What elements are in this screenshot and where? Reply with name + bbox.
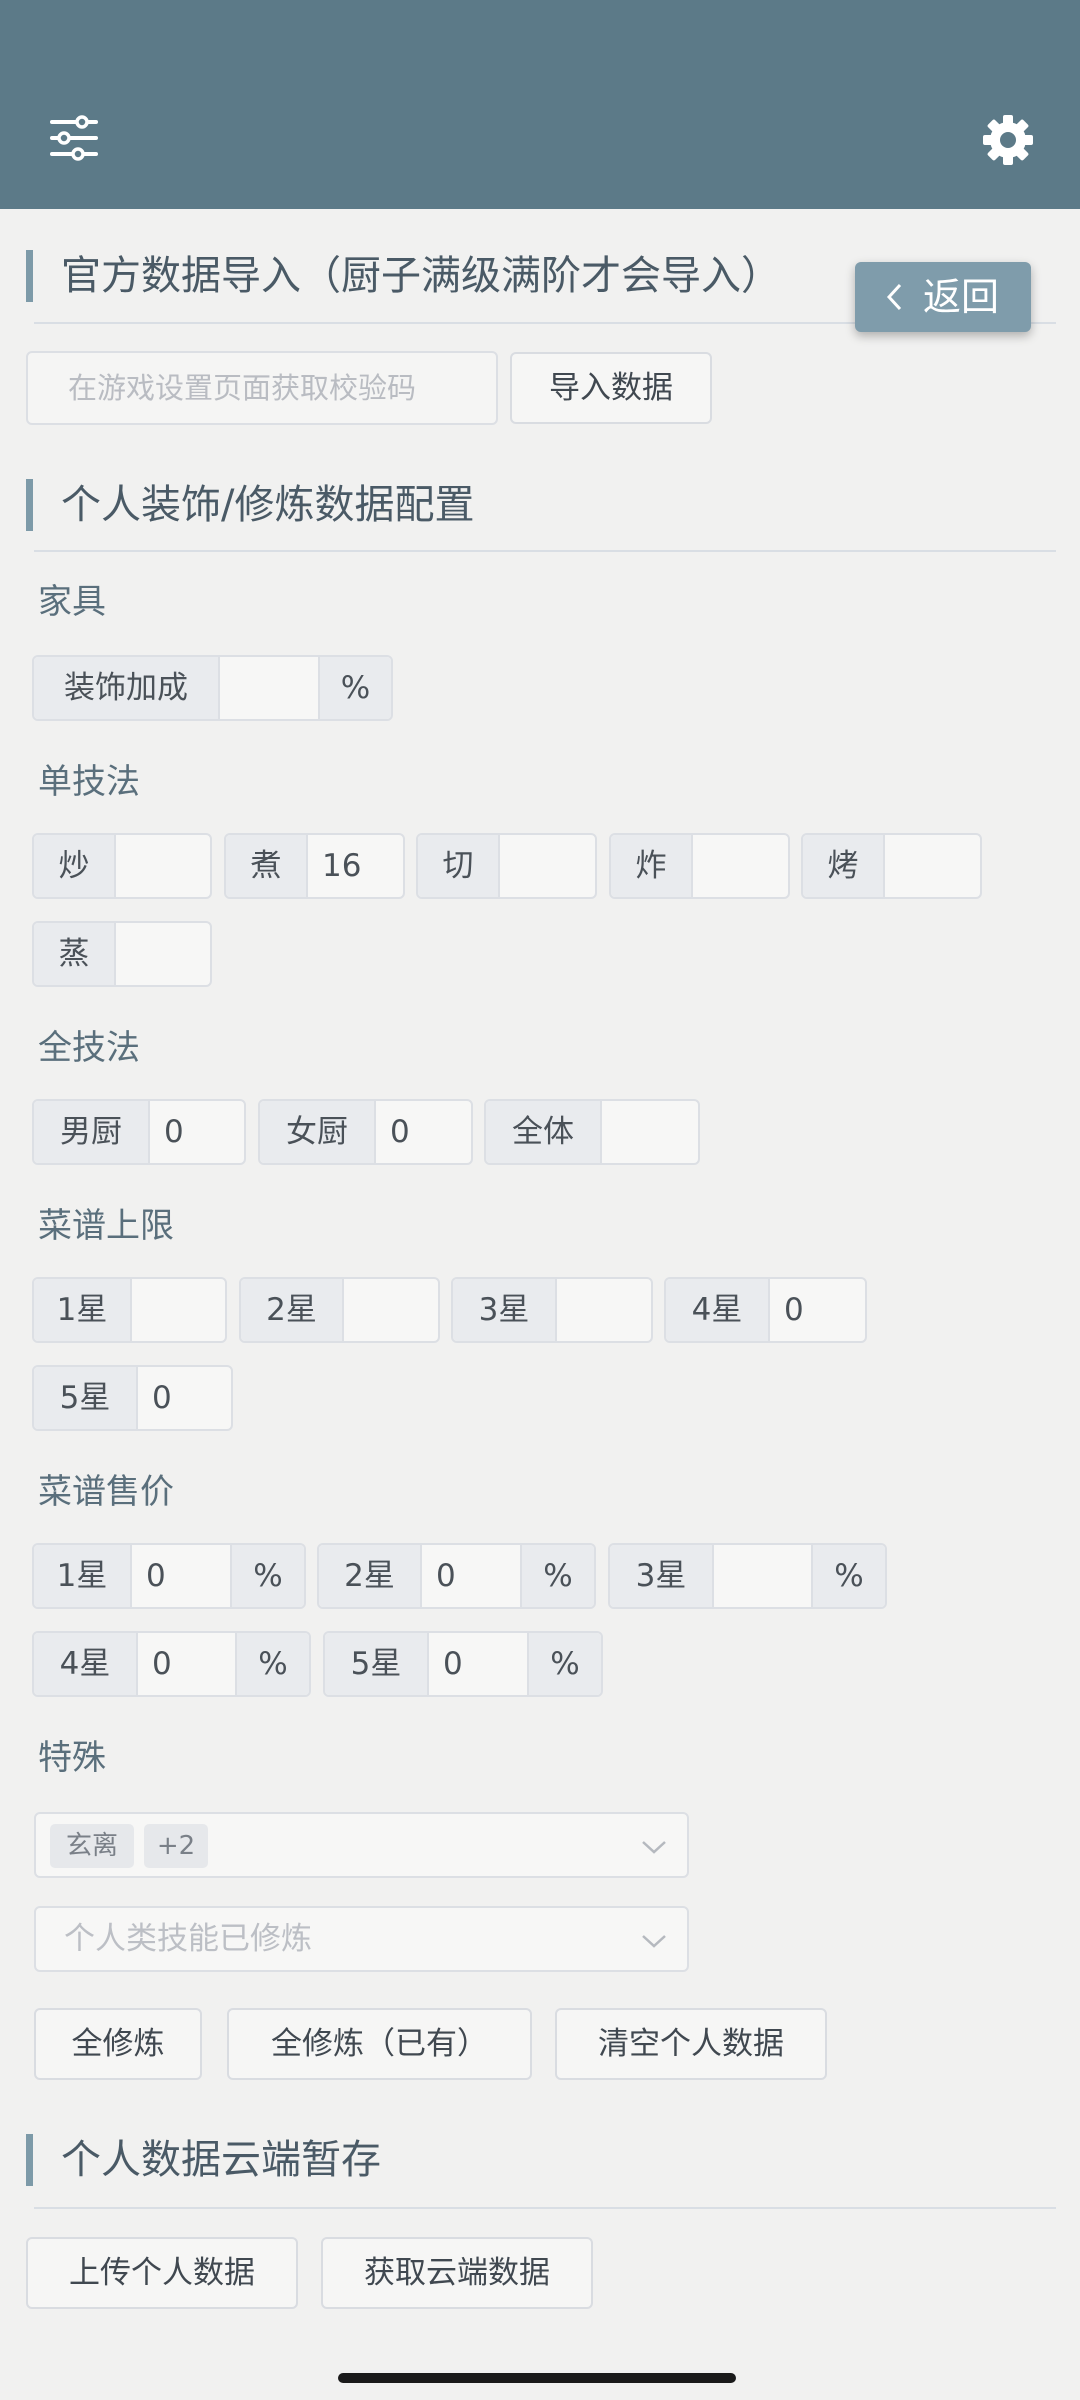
cloud-storage-title: 个人数据云端暂存 xyxy=(26,2134,381,2186)
skill-field-cut[interactable]: 切 xyxy=(416,833,597,899)
special-label: 特殊 xyxy=(38,1738,106,1778)
recipe-price-field-3star[interactable]: 3星 % xyxy=(608,1543,887,1609)
field-prefix: 1星 xyxy=(34,1545,132,1607)
clear-personal-data-button[interactable]: 清空个人数据 xyxy=(555,2008,827,2080)
field-suffix: % xyxy=(520,1545,594,1607)
field-suffix: % xyxy=(527,1633,601,1695)
field-suffix: % xyxy=(318,657,391,719)
field-suffix: % xyxy=(230,1545,304,1607)
recipe-limit-field-5star[interactable]: 5星 0 xyxy=(32,1365,233,1431)
recipe-price-field-5star[interactable]: 5星 0 % xyxy=(323,1631,603,1697)
recipe-price-label: 菜谱售价 xyxy=(38,1472,174,1512)
personal-config-title: 个人装饰/修炼数据配置 xyxy=(26,479,474,531)
recipe-limit-field-3star[interactable]: 3星 xyxy=(451,1277,653,1343)
field-value[interactable] xyxy=(116,923,130,985)
all-skill-field-male[interactable]: 男厨 0 xyxy=(32,1099,246,1165)
back-button-label: 返回 xyxy=(923,275,1000,319)
field-value[interactable]: 0 xyxy=(138,1633,235,1695)
recipe-limit-field-4star[interactable]: 4星 0 xyxy=(664,1277,867,1343)
skill-field-stir-fry[interactable]: 炒 xyxy=(32,833,212,899)
field-value[interactable] xyxy=(344,1279,358,1341)
field-prefix: 3星 xyxy=(453,1279,557,1341)
field-value[interactable]: 0 xyxy=(770,1279,804,1341)
field-prefix: 全体 xyxy=(486,1101,602,1163)
recipe-price-field-1star[interactable]: 1星 0 % xyxy=(32,1543,306,1609)
skill-field-boil[interactable]: 煮 16 xyxy=(224,833,405,899)
field-value[interactable] xyxy=(132,1279,146,1341)
special-multi-select[interactable]: 玄离 +2 xyxy=(34,1812,689,1878)
back-button[interactable]: 返回 xyxy=(855,262,1031,332)
field-value[interactable] xyxy=(693,835,707,897)
skill-field-roast[interactable]: 烤 xyxy=(801,833,982,899)
field-prefix: 女厨 xyxy=(260,1101,376,1163)
chevron-down-icon xyxy=(639,1832,669,1862)
skill-field-steam[interactable]: 蒸 xyxy=(32,921,212,987)
recipe-price-field-2star[interactable]: 2星 0 % xyxy=(317,1543,596,1609)
single-skill-label: 单技法 xyxy=(38,762,140,802)
divider xyxy=(34,2207,1056,2209)
recipe-limit-field-1star[interactable]: 1星 xyxy=(32,1277,227,1343)
top-app-bar xyxy=(0,0,1080,209)
field-value[interactable] xyxy=(602,1101,616,1163)
gear-icon[interactable] xyxy=(980,112,1036,168)
field-prefix: 煮 xyxy=(226,835,308,897)
field-value[interactable]: 0 xyxy=(429,1633,527,1695)
official-import-title: 官方数据导入（厨子满级满阶才会导入） xyxy=(26,250,781,302)
recipe-limit-label: 菜谱上限 xyxy=(38,1206,174,1246)
field-prefix: 切 xyxy=(418,835,500,897)
chevron-left-icon xyxy=(883,262,905,354)
trained-skills-select[interactable]: 个人类技能已修炼 xyxy=(34,1906,689,1972)
sliders-icon[interactable] xyxy=(48,112,100,164)
recipe-limit-field-2star[interactable]: 2星 xyxy=(239,1277,440,1343)
more-tags-badge[interactable]: +2 xyxy=(144,1824,208,1868)
upload-personal-data-button[interactable]: 上传个人数据 xyxy=(26,2237,298,2309)
field-prefix: 炒 xyxy=(34,835,116,897)
field-suffix: % xyxy=(811,1545,885,1607)
field-value[interactable]: 0 xyxy=(422,1545,520,1607)
selected-tag[interactable]: 玄离 xyxy=(50,1824,134,1868)
all-train-owned-button[interactable]: 全修炼（已有） xyxy=(227,2008,532,2080)
all-skill-label: 全技法 xyxy=(38,1028,140,1068)
field-prefix: 4星 xyxy=(34,1633,138,1695)
field-prefix: 5星 xyxy=(325,1633,429,1695)
field-prefix: 4星 xyxy=(666,1279,770,1341)
field-value[interactable]: 16 xyxy=(308,835,361,897)
field-value[interactable] xyxy=(500,835,514,897)
field-prefix: 装饰加成 xyxy=(34,657,220,719)
field-value[interactable]: 0 xyxy=(132,1545,230,1607)
divider xyxy=(34,550,1056,552)
field-prefix: 炸 xyxy=(611,835,693,897)
field-prefix: 蒸 xyxy=(34,923,116,985)
field-value[interactable] xyxy=(885,835,899,897)
import-data-button[interactable]: 导入数据 xyxy=(510,352,712,424)
skill-field-fry[interactable]: 炸 xyxy=(609,833,790,899)
all-skill-field-female[interactable]: 女厨 0 xyxy=(258,1099,473,1165)
verification-code-input[interactable]: 在游戏设置页面获取校验码 xyxy=(26,351,498,425)
furniture-label: 家具 xyxy=(38,582,106,622)
home-indicator[interactable] xyxy=(338,2373,736,2383)
field-value[interactable] xyxy=(116,835,130,897)
fetch-cloud-data-button[interactable]: 获取云端数据 xyxy=(321,2237,593,2309)
field-prefix: 男厨 xyxy=(34,1101,150,1163)
recipe-price-field-4star[interactable]: 4星 0 % xyxy=(32,1631,311,1697)
field-value[interactable]: 0 xyxy=(376,1101,410,1163)
field-value[interactable] xyxy=(220,657,318,719)
field-prefix: 2星 xyxy=(241,1279,344,1341)
field-prefix: 3星 xyxy=(610,1545,714,1607)
field-suffix: % xyxy=(235,1633,309,1695)
field-value[interactable] xyxy=(557,1279,571,1341)
field-prefix: 5星 xyxy=(34,1367,138,1429)
decor-bonus-field[interactable]: 装饰加成 % xyxy=(32,655,393,721)
field-value[interactable]: 0 xyxy=(138,1367,172,1429)
field-value[interactable]: 0 xyxy=(150,1101,184,1163)
all-skill-field-all[interactable]: 全体 xyxy=(484,1099,700,1165)
all-train-button[interactable]: 全修炼 xyxy=(34,2008,202,2080)
chevron-down-icon xyxy=(639,1926,669,1956)
field-prefix: 2星 xyxy=(319,1545,422,1607)
field-prefix: 1星 xyxy=(34,1279,132,1341)
select-placeholder: 个人类技能已修炼 xyxy=(64,1921,312,1957)
field-prefix: 烤 xyxy=(803,835,885,897)
field-value[interactable] xyxy=(714,1545,811,1607)
